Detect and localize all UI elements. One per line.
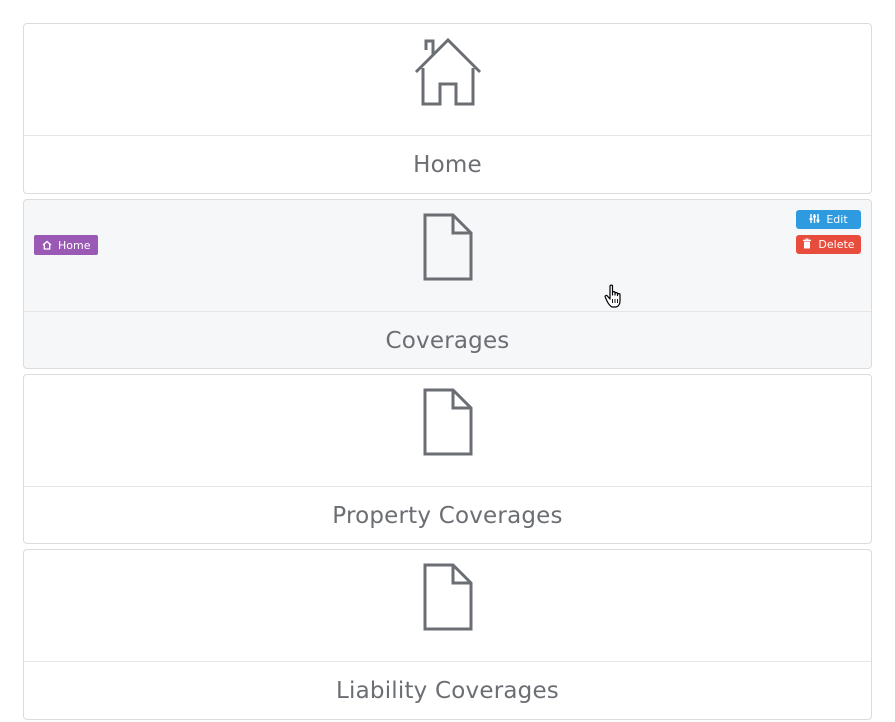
card-icon-area: Home Edit Delete: [24, 200, 871, 312]
trash-icon: [802, 238, 812, 252]
parent-badge[interactable]: Home: [34, 235, 99, 255]
card-property-coverages[interactable]: Property Coverages: [23, 374, 872, 544]
card-title: Home: [413, 151, 482, 178]
document-icon: [413, 212, 483, 282]
document-icon: [413, 387, 483, 457]
document-icon: [413, 562, 483, 632]
delete-label: Delete: [818, 238, 855, 251]
card-title: Liability Coverages: [336, 677, 559, 704]
house-icon: [42, 240, 52, 250]
card-title: Coverages: [385, 327, 510, 354]
card-coverages[interactable]: Home Edit Delete Coverages: [23, 199, 872, 369]
card-liability-coverages[interactable]: Liability Coverages: [23, 549, 872, 720]
house-icon: [413, 36, 483, 106]
card-icon-area: [24, 24, 871, 136]
card-home[interactable]: Home: [23, 23, 872, 194]
delete-button[interactable]: Delete: [796, 235, 861, 254]
edit-label: Edit: [826, 213, 848, 226]
card-title: Property Coverages: [332, 502, 563, 529]
card-icon-area: [24, 550, 871, 662]
sliders-icon: [809, 213, 820, 227]
card-icon-area: [24, 375, 871, 487]
hand-cursor-icon: [604, 284, 624, 310]
badge-label: Home: [58, 238, 91, 252]
edit-button[interactable]: Edit: [796, 210, 861, 229]
